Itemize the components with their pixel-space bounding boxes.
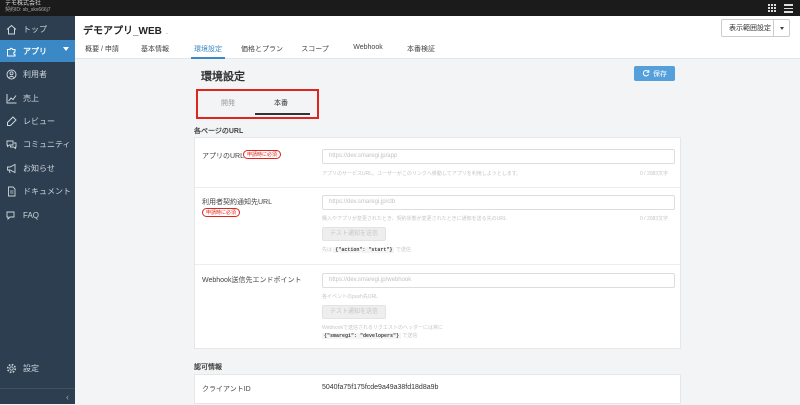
page-title-app: デモアプリ_WEB.: [83, 22, 168, 37]
puzzle-icon: [5, 45, 17, 57]
sidebar-item-label: 設定: [23, 363, 39, 373]
webhook-note-line2: {"smaregi": "developers"} で送信: [322, 332, 417, 339]
top-bar: デモ株式会社 契約ID: sb_skx666j7: [0, 0, 800, 16]
environment-tabs: 開発 本番: [196, 89, 319, 119]
megaphone-icon: [5, 162, 17, 174]
contract-url-input[interactable]: https://dev.smaregi.jp/ctb: [322, 195, 675, 210]
sidebar-item-docs[interactable]: ドキュメント: [0, 180, 75, 202]
contract-url-label: 利用者契約通知先URL: [202, 199, 273, 206]
tab-development[interactable]: 開発: [221, 98, 235, 108]
client-id-value: 5040fa75f175fcde9a49a38fd18d8a9b: [322, 384, 439, 391]
section-page-urls: 各ページのURL: [194, 128, 244, 135]
review-icon: [5, 115, 17, 127]
tab-overview[interactable]: 概要 / 申請: [83, 44, 121, 59]
tab-webhook[interactable]: Webhook: [350, 44, 386, 59]
tab-production-check[interactable]: 本番検証: [406, 44, 436, 59]
contract-test-button[interactable]: テスト通知を送信: [322, 227, 386, 241]
grid-icon[interactable]: [768, 4, 776, 12]
sidebar-item-label: レビュー: [23, 116, 55, 126]
sidebar-item-users[interactable]: 利用者: [0, 63, 75, 85]
sidebar-item-news[interactable]: お知らせ: [0, 157, 75, 179]
app-url-label: アプリのURL: [202, 153, 245, 160]
webhook-url-row: Webhook送信先エンドポイント https://dev.smaregi.jp…: [195, 265, 680, 350]
sidebar-item-top[interactable]: トップ: [0, 18, 75, 40]
sidebar-item-community[interactable]: コミュニティ: [0, 133, 75, 155]
chevron-down-icon: [63, 47, 69, 51]
required-badge: 申請時に必須: [202, 208, 241, 217]
urls-card: アプリのURL 申請時に必須 https://dev.smaregi.jp/ap…: [194, 137, 681, 349]
chat-icon: [5, 138, 17, 150]
contract-url-hint: 購入やアプリが変更されたとき、契約状態が変更されたときに通知を送る先のURL: [322, 216, 507, 222]
sidebar-item-reviews[interactable]: レビュー: [0, 110, 75, 132]
sidebar-item-settings[interactable]: 設定: [0, 357, 75, 379]
contract-id: 契約ID: sb_skx666j7: [5, 7, 51, 13]
app-name: デモアプリ_WEB: [83, 26, 162, 37]
sidebar-item-label: 売上: [23, 93, 39, 103]
sidebar: トップ アプリ 利用者 売上 レビュー コミュニティ お知らせ ドキュメント F…: [0, 16, 75, 404]
app-header: デモアプリ_WEB. 表示範囲設定 概要 / 申請 基本情報 環境設定 価格とプ…: [75, 16, 800, 59]
app-url-input[interactable]: https://dev.smaregi.jp/app: [322, 149, 675, 164]
scope-settings-button[interactable]: 表示範囲設定: [721, 19, 790, 37]
webhook-url-input[interactable]: https://dev.smaregi.jp/webhook: [322, 273, 675, 288]
webhook-url-label: Webhook送信先エンドポイント: [202, 277, 302, 284]
note-prefix: 先は: [322, 247, 333, 253]
app-url-counter: 0 / 2083文字: [640, 171, 669, 177]
tab-pricing[interactable]: 価格とプラン: [241, 44, 283, 59]
note-code: {"action": "start"}: [333, 247, 395, 253]
contract-url-counter: 0 / 2083文字: [640, 216, 669, 222]
note-code: {"smaregi": "developers"}: [322, 333, 402, 339]
sidebar-item-label: アプリ: [23, 46, 47, 56]
document-icon: [5, 185, 17, 197]
sidebar-item-apps[interactable]: アプリ: [0, 40, 75, 62]
webhook-test-button[interactable]: テスト通知を送信: [322, 305, 386, 319]
sidebar-item-label: 利用者: [23, 69, 47, 79]
save-label: 保存: [653, 70, 667, 78]
webhook-url-hint: 各イベントのpush先URL: [322, 294, 378, 300]
note-suffix: で送信: [402, 333, 418, 339]
required-badge: 申請時に必須: [243, 150, 282, 159]
active-tab-indicator: [255, 113, 310, 115]
note-suffix: で送信: [395, 247, 411, 253]
scope-settings-label: 表示範囲設定: [729, 25, 771, 32]
auth-card: クライアントID 5040fa75f175fcde9a49a38fd18d8a9…: [194, 374, 681, 404]
faq-icon: [5, 209, 17, 221]
contract-url-row: 利用者契約通知先URL 申請時に必須 https://dev.smaregi.j…: [195, 188, 680, 265]
sidebar-item-label: トップ: [23, 24, 47, 34]
app-url-row: アプリのURL 申請時に必須 https://dev.smaregi.jp/ap…: [195, 138, 680, 188]
webhook-note-line1: Webhookで送信されるリクエストのヘッダーには常に: [322, 325, 444, 331]
chart-icon: [5, 92, 17, 104]
sidebar-item-label: ドキュメント: [23, 186, 71, 196]
client-id-label: クライアントID: [202, 386, 251, 393]
tab-basic-info[interactable]: 基本情報: [139, 44, 171, 59]
sidebar-collapse-button[interactable]: ‹: [0, 388, 75, 404]
refresh-icon: [642, 69, 650, 79]
sidebar-item-label: コミュニティ: [23, 139, 71, 149]
tab-scope[interactable]: スコープ: [301, 44, 329, 59]
tab-environment[interactable]: 環境設定: [191, 44, 225, 59]
sidebar-item-label: FAQ: [23, 210, 40, 220]
section-auth-info: 認可情報: [194, 364, 222, 371]
app-title-dot: .: [165, 27, 169, 36]
gear-icon: [5, 362, 17, 374]
page-title: 環境設定: [201, 71, 245, 83]
sidebar-item-faq[interactable]: FAQ: [0, 204, 75, 226]
save-button[interactable]: 保存: [634, 66, 675, 81]
user-icon: [5, 68, 17, 80]
home-icon: [5, 23, 17, 35]
contract-url-note: 先は {"action": "start"} で送信: [322, 246, 411, 253]
tab-production[interactable]: 本番: [274, 98, 288, 108]
sidebar-item-label: お知らせ: [23, 163, 55, 173]
hamburger-icon[interactable]: [784, 4, 793, 13]
sidebar-item-sales[interactable]: 売上: [0, 87, 75, 109]
app-url-hint: アプリのサービスURL。ユーザーがこのリンクへ移動してアプリを利用しようとします…: [322, 171, 522, 177]
chevron-down-icon[interactable]: [773, 20, 789, 36]
